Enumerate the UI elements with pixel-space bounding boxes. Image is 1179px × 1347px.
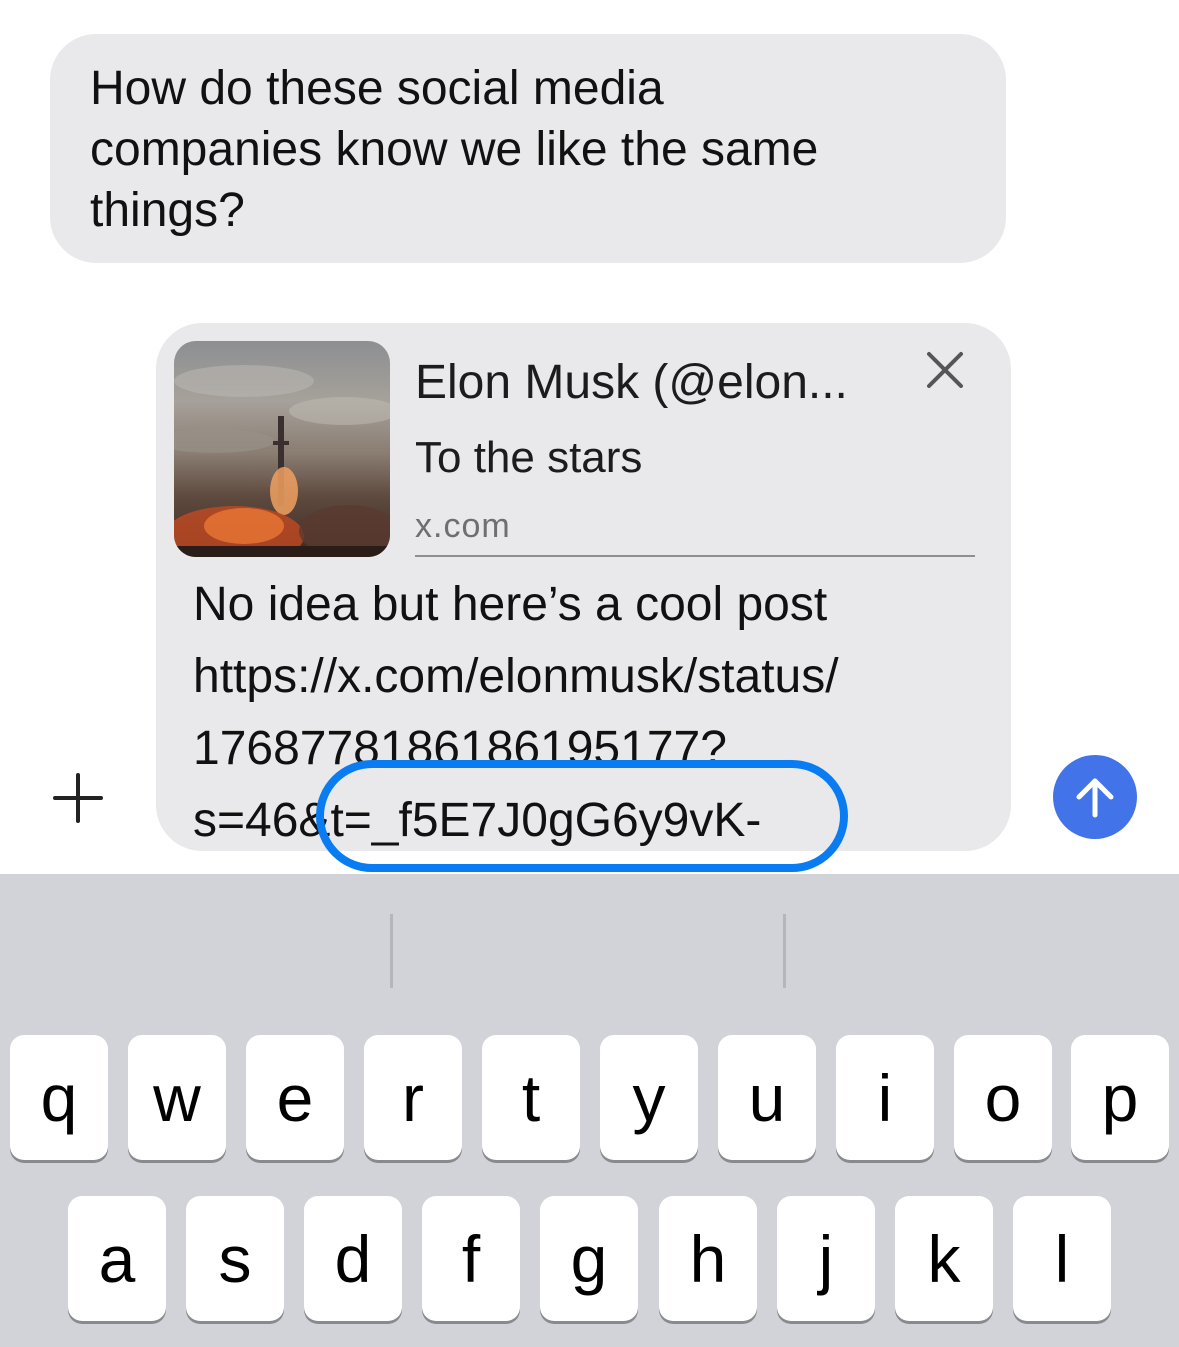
send-button[interactable] [1053, 755, 1137, 839]
key-q[interactable]: q [10, 1035, 108, 1160]
link-preview-thumbnail[interactable] [174, 341, 390, 557]
key-t[interactable]: t [482, 1035, 580, 1160]
arrow-up-icon [1076, 778, 1114, 818]
highlight-annotation-ring [316, 760, 848, 872]
key-y[interactable]: y [600, 1035, 698, 1160]
keyboard: q w e r t y u i o p a s d f g h j k l [0, 874, 1179, 1347]
key-s[interactable]: s [186, 1196, 284, 1321]
key-l[interactable]: l [1013, 1196, 1111, 1321]
key-f[interactable]: f [422, 1196, 520, 1321]
suggestion-divider [390, 914, 393, 988]
key-a[interactable]: a [68, 1196, 166, 1321]
add-attachment-button[interactable] [50, 770, 106, 826]
received-message-bubble: How do these social media companies know… [50, 34, 1006, 263]
key-o[interactable]: o [954, 1035, 1052, 1160]
key-h[interactable]: h [659, 1196, 757, 1321]
link-preview-subtitle: To the stars [415, 433, 643, 482]
close-icon[interactable] [926, 351, 964, 389]
key-k[interactable]: k [895, 1196, 993, 1321]
key-g[interactable]: g [540, 1196, 638, 1321]
suggestion-divider [783, 914, 786, 988]
link-preview-divider [415, 555, 975, 557]
key-e[interactable]: e [246, 1035, 344, 1160]
link-preview-title[interactable]: Elon Musk (@elon... [415, 355, 848, 410]
chat-area: How do these social media companies know… [0, 0, 1179, 874]
key-r[interactable]: r [364, 1035, 462, 1160]
key-w[interactable]: w [128, 1035, 226, 1160]
key-u[interactable]: u [718, 1035, 816, 1160]
key-p[interactable]: p [1071, 1035, 1169, 1160]
key-d[interactable]: d [304, 1196, 402, 1321]
key-i[interactable]: i [836, 1035, 934, 1160]
message-text: How do these social media companies know… [90, 62, 819, 237]
link-preview-domain: x.com [415, 507, 511, 545]
key-j[interactable]: j [777, 1196, 875, 1321]
